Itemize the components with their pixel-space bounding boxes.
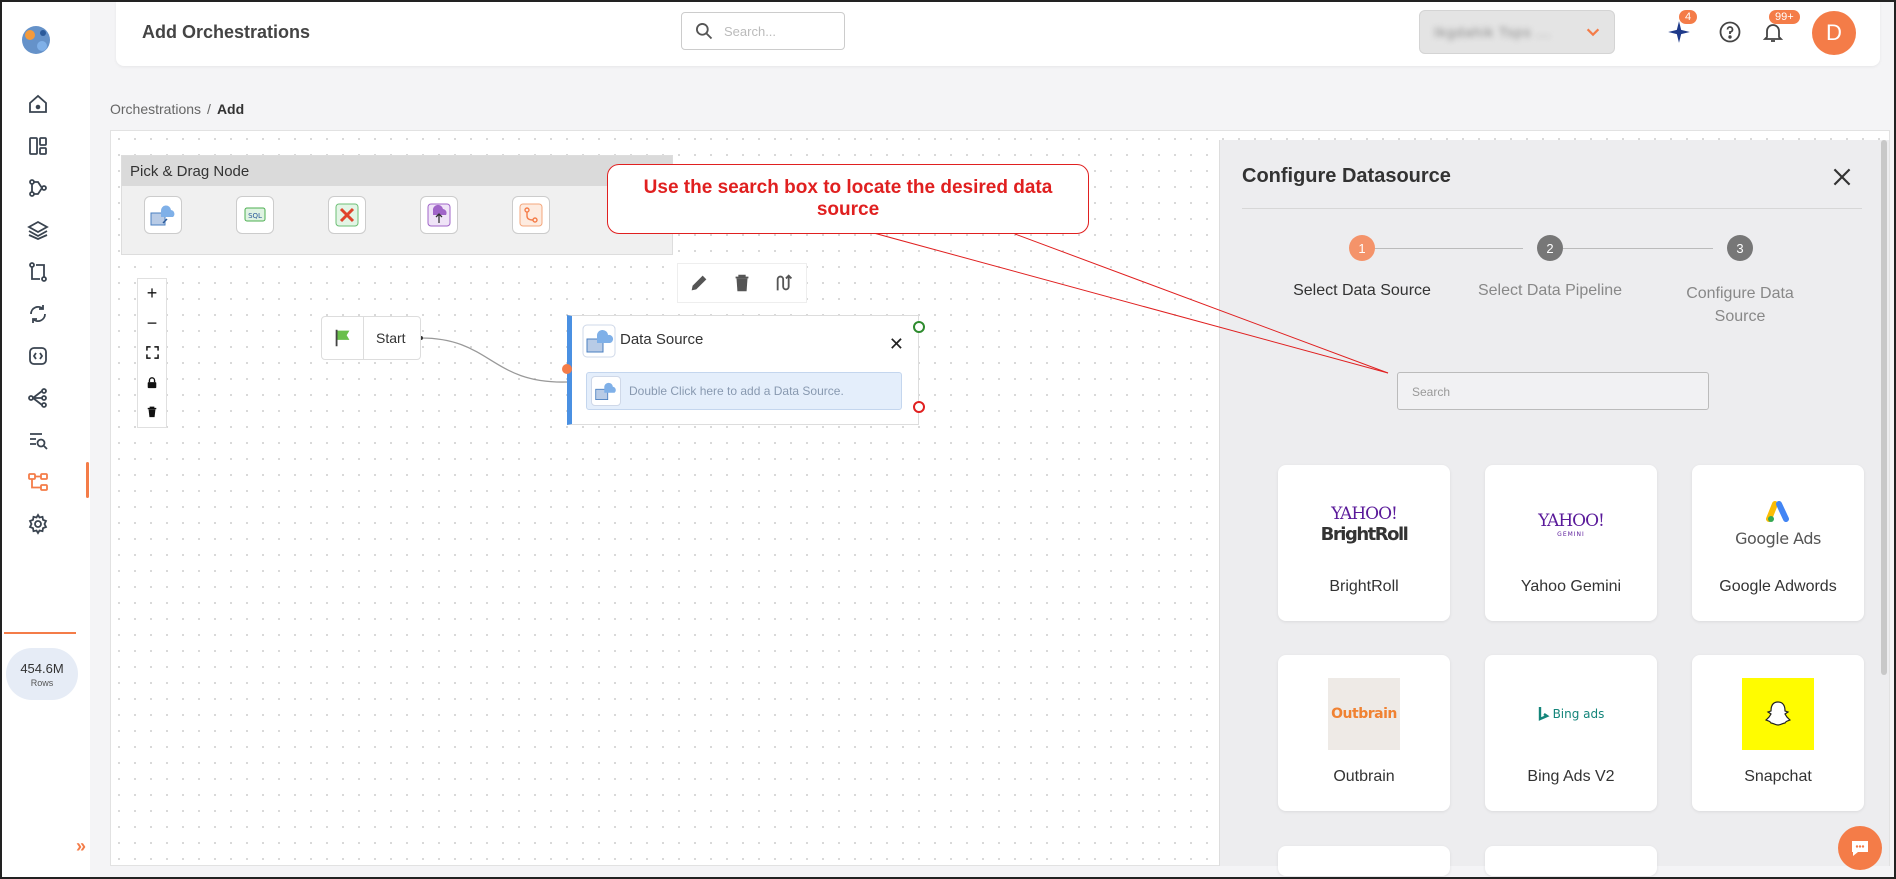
search-icon — [696, 23, 713, 40]
input-port[interactable] — [562, 364, 572, 374]
snapchat-logo — [1692, 678, 1864, 750]
breadcrumb: Orchestrations / Add — [110, 101, 244, 117]
chevron-down-icon — [1586, 28, 1600, 37]
source-card-bing-ads[interactable]: Bing ads Bing Ads V2 — [1485, 655, 1657, 811]
step-1-indicator[interactable]: 1 — [1349, 235, 1375, 261]
breadcrumb-parent[interactable]: Orchestrations — [110, 101, 201, 117]
output-port-success[interactable] — [913, 321, 925, 333]
source-card-snapchat[interactable]: Snapchat — [1692, 655, 1864, 811]
flow-icon[interactable] — [22, 382, 54, 414]
close-icon[interactable] — [1829, 164, 1855, 190]
step-2-indicator[interactable]: 2 — [1537, 235, 1563, 261]
datasource-node-title: Data Source — [620, 331, 704, 348]
step-1-label: Select Data Source — [1293, 282, 1431, 299]
source-card-yahoo-gemini[interactable]: YAHOO! GEMINI Yahoo Gemini — [1485, 465, 1657, 621]
datasource-small-icon — [595, 382, 616, 400]
settings-icon[interactable] — [22, 508, 54, 540]
datasource-node[interactable]: Data Source ✕ Double Click here to add a… — [562, 315, 925, 425]
source-card-google-adwords[interactable]: Google Ads Google Adwords — [1692, 465, 1864, 621]
ghost-icon — [1764, 701, 1792, 726]
step-2-label: Select Data Pipeline — [1477, 282, 1623, 299]
breadcrumb-separator: / — [207, 101, 211, 117]
configure-datasource-panel: Configure Datasource 1 2 3 Select Data S… — [1219, 140, 1889, 876]
help-icon — [1719, 21, 1741, 43]
notifications-badge: 99+ — [1769, 10, 1800, 24]
flag-icon — [335, 329, 349, 347]
ai-assistant-button[interactable]: 4 — [1665, 10, 1698, 46]
sync-icon[interactable] — [22, 298, 54, 330]
user-avatar[interactable]: D — [1812, 11, 1856, 55]
breadcrumb-current: Add — [216, 101, 245, 117]
sidebar: 454.6M Rows » — [2, 2, 90, 877]
yahoo-gemini-logo: YAHOO! GEMINI — [1538, 510, 1605, 538]
pipeline-icon[interactable] — [22, 172, 54, 204]
rows-usage-badge: 454.6M Rows — [6, 648, 78, 700]
start-node-label: Start — [376, 330, 406, 346]
dashboard-icon[interactable] — [22, 130, 54, 162]
sidebar-active-indicator — [86, 462, 89, 498]
sidebar-divider — [4, 632, 76, 634]
orchestration-icon[interactable] — [22, 466, 54, 498]
source-name: Yahoo Gemini — [1520, 578, 1622, 595]
notifications-button[interactable]: 99+ — [1759, 10, 1800, 46]
panel-scrollbar[interactable] — [1881, 140, 1887, 675]
source-name: Snapchat — [1744, 768, 1812, 785]
app-logo-icon[interactable] — [16, 20, 56, 60]
rows-value: 454.6M — [20, 660, 64, 676]
source-name: Google Adwords — [1719, 578, 1837, 595]
bing-ads-logo: Bing ads — [1485, 679, 1657, 749]
expand-sidebar-icon[interactable]: » — [76, 836, 86, 857]
chat-button[interactable] — [1838, 826, 1882, 870]
layers-icon[interactable] — [22, 214, 54, 246]
account-selector[interactable]: Ikgdahik Tsps ... — [1419, 10, 1615, 54]
source-name: BrightRoll — [1329, 578, 1399, 595]
transform-icon[interactable] — [22, 256, 54, 288]
start-node[interactable]: Start — [321, 316, 421, 360]
step-3-indicator[interactable]: 3 — [1727, 235, 1753, 261]
panel-title: Configure Datasource — [1242, 165, 1451, 187]
source-card-partial[interactable] — [1278, 846, 1450, 876]
source-name: Bing Ads V2 — [1527, 768, 1615, 785]
source-card-brightroll[interactable]: YAHOO! BrightRoll BrightRoll — [1278, 465, 1450, 621]
output-port-failure[interactable] — [913, 401, 925, 413]
help-button[interactable] — [1716, 18, 1744, 46]
step-connector — [1563, 248, 1713, 249]
home-icon[interactable] — [22, 88, 54, 120]
ai-badge: 4 — [1679, 10, 1698, 24]
global-search-input[interactable]: Search... — [681, 12, 845, 50]
step-3-label: Configure Data Source — [1686, 285, 1794, 325]
source-card-outbrain[interactable]: Outbrain Outbrain — [1278, 655, 1450, 811]
google-ads-logo: Google Ads — [1692, 489, 1864, 559]
brightroll-logo: YAHOO! BrightRoll — [1320, 503, 1409, 545]
remove-node-icon[interactable]: ✕ — [889, 334, 904, 355]
account-name: Ikgdahik Tsps ... — [1434, 24, 1552, 40]
rows-label: Rows — [30, 677, 54, 688]
source-name: Outbrain — [1333, 768, 1395, 785]
page-title: Add Orchestrations — [142, 22, 311, 42]
panel-divider — [1242, 208, 1862, 209]
add-datasource-area[interactable]: Double Click here to add a Data Source. — [586, 372, 902, 410]
source-card-partial[interactable] — [1485, 846, 1657, 876]
annotation-callout: Use the search box to locate the desired… — [607, 164, 1089, 234]
chat-icon — [1852, 841, 1868, 856]
datasource-search-input[interactable]: Search — [1397, 372, 1709, 410]
annotation-text: Use the search box to locate the desired… — [643, 177, 1053, 220]
top-header: Add Orchestrations Search... Ikgdahik Ts… — [116, 2, 1880, 66]
datasource-node-icon — [582, 324, 616, 358]
query-icon[interactable] — [22, 424, 54, 456]
code-icon[interactable] — [22, 340, 54, 372]
datasource-hint: Double Click here to add a Data Source. — [629, 384, 844, 398]
search-placeholder: Search... — [724, 23, 777, 39]
step-connector — [1373, 248, 1523, 249]
outbrain-logo: Outbrain — [1278, 678, 1450, 750]
